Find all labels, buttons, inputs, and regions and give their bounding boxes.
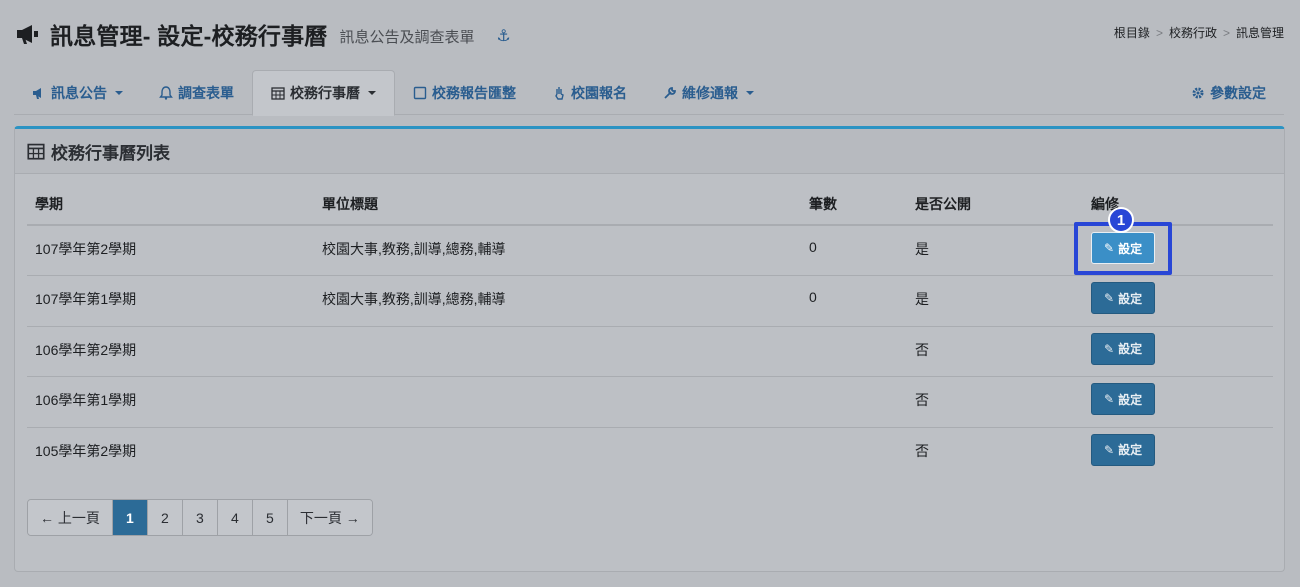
tab-registration[interactable]: 校園報名 (534, 70, 645, 115)
tab-label: 調查表單 (178, 84, 234, 101)
button-label: 設定 (1118, 443, 1143, 457)
step-badge: 1 (1108, 207, 1134, 233)
tab-label: 校園報名 (571, 84, 627, 101)
cell-term: 106學年第2學期 (27, 326, 314, 377)
cell-edit: ✎ 設定 (1083, 376, 1273, 428)
cell-edit: ✎ 設定 (1083, 427, 1273, 478)
breadcrumb-item-root[interactable]: 根目錄 (1114, 24, 1150, 41)
chevron-down-icon (746, 90, 754, 95)
cell-edit: ✎ 設定 (1083, 275, 1273, 327)
settings-button[interactable]: ✎ 設定 (1091, 383, 1156, 415)
button-label: 設定 (1118, 291, 1143, 306)
button-label: 設定 (1118, 392, 1143, 407)
breadcrumb-separator: > (1155, 25, 1163, 40)
cell-term: 107學年第2學期 (27, 225, 314, 276)
tab-maintenance[interactable]: 維修通報 (645, 70, 772, 115)
cell-units: 校園大事,教務,訓導,總務,輔導 (314, 225, 801, 276)
cell-count (801, 376, 907, 428)
column-header-term: 學期 (27, 189, 314, 226)
table-row: 106學年第1學期 否 ✎ 設定 (27, 376, 1273, 428)
tab-school-calendar[interactable]: 校務行事曆 (252, 70, 395, 116)
nav-tabs: 訊息公告 調查表單 校務行事曆 校務報告匯整 校園報名 維修通報 參數設定 (14, 70, 1284, 116)
breadcrumb-separator: > (1222, 25, 1230, 40)
column-header-public: 是否公開 (907, 189, 1083, 226)
page-button[interactable]: 5 (252, 500, 288, 535)
gear-icon (1192, 87, 1204, 98)
calendar-icon (271, 87, 285, 100)
tab-settings[interactable]: 參數設定 (1173, 70, 1284, 115)
tab-school-reports[interactable]: 校務報告匯整 (395, 70, 534, 115)
breadcrumb-item-current: 訊息管理 (1235, 26, 1284, 40)
edit-icon: ✎ (1104, 291, 1115, 305)
settings-button[interactable]: ✎ 設定 (1091, 332, 1156, 365)
column-header-units: 單位標題 (314, 189, 801, 226)
panel-heading: 校務行事曆列表 (15, 129, 1284, 174)
bell-icon (159, 85, 173, 100)
page-button[interactable]: 4 (217, 500, 253, 535)
cell-count: 0 (801, 275, 907, 327)
tab-label: 維修通報 (682, 84, 738, 101)
edit-icon: ✎ (1104, 341, 1115, 356)
next-page-button[interactable]: 下一頁 → (287, 500, 372, 535)
tab-label: 校務報告匯整 (432, 84, 516, 101)
breadcrumb-item-admin[interactable]: 校務行政 (1169, 24, 1217, 41)
page-title: 訊息管理- 設定-校務行事曆 (50, 23, 328, 49)
settings-button[interactable]: ✎ 設定 (1091, 433, 1156, 466)
hand-icon (555, 86, 564, 100)
cell-public: 否 (915, 442, 929, 459)
cell-units: 校園大事,教務,訓導,總務,輔導 (314, 275, 801, 327)
cell-edit: ✎ 設定 (1083, 326, 1273, 377)
tab-surveys[interactable]: 調查表單 (141, 70, 252, 115)
settings-button[interactable]: ✎ 設定 (1091, 282, 1156, 314)
megaphone-icon (33, 87, 41, 99)
cell-term: 106學年第1學期 (27, 376, 314, 428)
anchor-icon[interactable]: ⚓ (497, 26, 511, 46)
edit-icon: ✎ (1104, 392, 1115, 406)
megaphone-icon (17, 25, 38, 44)
wrench-icon (664, 86, 676, 99)
cell-public: 是 (907, 225, 1083, 276)
tab-label: 參數設定 (1210, 84, 1266, 101)
prev-page-button[interactable]: ← 上一頁 (28, 500, 113, 535)
table-row: 105學年第2學期 否 ✎ 設定 (27, 427, 1273, 478)
tab-label: 訊息公告 (51, 84, 107, 101)
column-header-count: 筆數 (801, 189, 907, 226)
table-row: 107學年第1學期 校園大事,教務,訓導,總務,輔導 0 是 ✎ 設定 (27, 275, 1273, 327)
panel-title: 校務行事曆列表 (51, 143, 170, 163)
breadcrumb: 根目錄 > 校務行政 > 訊息管理 (1114, 24, 1284, 41)
button-label: 設定 (1118, 342, 1143, 356)
square-icon (413, 86, 427, 99)
table-header-row: 學期 單位標題 筆數 是否公開 編修 (27, 189, 1273, 226)
page-subtitle: 訊息公告及調查表單 (339, 28, 475, 46)
cell-count (801, 427, 907, 478)
cell-public: 是 (907, 275, 1083, 327)
chevron-down-icon (115, 90, 123, 95)
edit-icon: ✎ (1104, 442, 1115, 457)
cell-count (801, 326, 907, 377)
cell-term: 105學年第2學期 (35, 442, 137, 459)
chevron-down-icon (368, 91, 376, 95)
cell-units (314, 376, 801, 428)
cell-count: 0 (801, 225, 907, 276)
cell-units (314, 326, 801, 377)
cell-public: 否 (907, 376, 1083, 428)
cell-term: 107學年第1學期 (27, 275, 314, 327)
tab-announcements[interactable]: 訊息公告 (14, 70, 141, 115)
page-button[interactable]: 1 (112, 500, 148, 535)
calendar-list-panel: 校務行事曆列表 學期 單位標題 筆數 是否公開 編修 107學年第2學期 校園大… (14, 126, 1285, 572)
tab-label: 校務行事曆 (290, 85, 360, 101)
cell-public: 否 (907, 326, 1083, 377)
calendar-icon (27, 143, 45, 160)
cell-units (314, 427, 801, 478)
page-button[interactable]: 3 (182, 500, 218, 535)
page-header: 訊息管理- 設定-校務行事曆 訊息公告及調查表單 ⚓ (14, 14, 511, 54)
pagination: ← 上一頁 1 2 3 4 5 下一頁 → (27, 499, 373, 536)
table-row: 106學年第2學期 否 ✎ 設定 (27, 326, 1273, 377)
page-button[interactable]: 2 (147, 500, 183, 535)
